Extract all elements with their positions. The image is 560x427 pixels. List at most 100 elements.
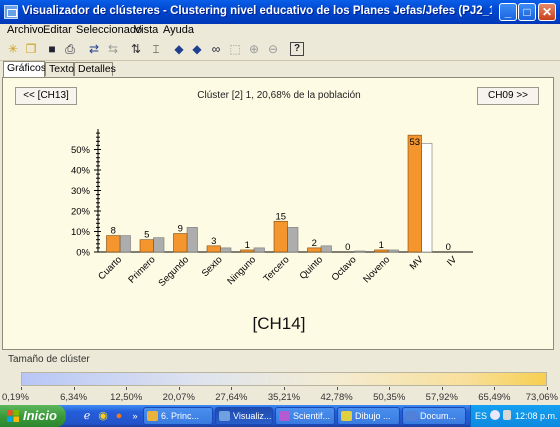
redo-icon[interactable]: ⇆ xyxy=(105,41,121,57)
size-tick-label: 50,35% xyxy=(373,392,406,403)
x-tick-label: Tercero xyxy=(261,254,291,284)
taskbar: Inicio ℯ ◉ ● » 6. Princ... Visualiz... Sci… xyxy=(0,405,560,427)
toolbar: ✳ ❐ ■ ⎙ ⇄ ⇆ ⇅ ⌶ ◆ ◆ ∞ ⬚ ⊕ ⊖ ? xyxy=(0,38,560,61)
select-icon[interactable]: ⬚ xyxy=(227,41,243,57)
tab-graficos[interactable]: Gráficos xyxy=(3,61,46,77)
task-app-icon xyxy=(406,411,417,421)
size-tick-label: 57,92% xyxy=(425,392,458,403)
data-label: 2 xyxy=(312,238,317,249)
zoom-in-icon[interactable]: ⊕ xyxy=(246,41,262,57)
y-tick-label: 40% xyxy=(71,166,91,177)
task-app-icon xyxy=(279,411,290,421)
data-label: 1 xyxy=(245,240,250,251)
data-label: 8 xyxy=(111,226,116,237)
taskbar-task-button[interactable]: Visualiz... xyxy=(215,407,273,425)
tab-strip: Gráficos Texto Detalles xyxy=(0,61,560,77)
data-label: 0 xyxy=(446,242,451,253)
tab-texto[interactable]: Texto xyxy=(45,62,74,76)
size-tick-label: 12,50% xyxy=(110,392,143,403)
task-app-icon xyxy=(219,411,230,421)
x-tick-label: Segundo xyxy=(156,254,191,289)
menu-seleccionado[interactable]: Seleccionado xyxy=(76,24,142,36)
binoculars-icon[interactable]: ∞ xyxy=(208,41,224,57)
task-label: Docum... xyxy=(420,411,457,421)
minimize-button[interactable]: _ xyxy=(499,3,517,21)
maximize-button[interactable]: □ xyxy=(518,3,536,21)
clock[interactable]: 12:08 p.m. xyxy=(515,411,558,421)
size-tick-label: 35,21% xyxy=(267,392,301,403)
data-label: 15 xyxy=(275,211,286,222)
bar-series-2 xyxy=(153,237,165,253)
close-button[interactable]: ✕ xyxy=(538,3,556,21)
x-tick-label: Ninguno xyxy=(225,254,258,287)
start-label: Inicio xyxy=(23,408,57,423)
bar-series-2 xyxy=(220,247,232,253)
size-tick-label: 6,34% xyxy=(60,392,88,403)
browser-icon[interactable]: ℯ xyxy=(80,409,94,423)
task-label: Visualiz... xyxy=(233,411,272,421)
cluster-name: [CH14] xyxy=(252,314,306,333)
cluster-size-label: Tamaño de clúster xyxy=(8,354,90,365)
language-indicator[interactable]: ES xyxy=(475,411,487,421)
task-label: 6. Princ... xyxy=(161,411,200,421)
undo-icon[interactable]: ⇄ xyxy=(86,41,102,57)
menu-archivo[interactable]: Archivo xyxy=(7,24,44,36)
filter-icon[interactable]: ⌶ xyxy=(148,41,164,57)
bar-series-2 xyxy=(320,245,332,253)
size-tick-mark xyxy=(441,387,443,390)
sort-vertical-icon[interactable]: ⇅ xyxy=(128,41,144,57)
size-tick-label: 20,07% xyxy=(162,392,195,403)
taskbar-task-button[interactable]: 6. Princ... xyxy=(143,407,213,425)
data-label: 9 xyxy=(178,224,183,235)
bar-series-2 xyxy=(119,235,131,253)
app-icon[interactable] xyxy=(4,5,18,19)
tab-detalles[interactable]: Detalles xyxy=(74,62,116,76)
size-tick-mark xyxy=(126,387,128,390)
chrome-icon[interactable]: ◉ xyxy=(96,409,110,423)
bar-series-2 xyxy=(287,227,299,253)
bar-series-2 xyxy=(421,143,433,253)
x-tick-label: MV xyxy=(408,254,426,272)
taskbar-task-button[interactable]: Scientif... xyxy=(275,407,335,425)
menu-vista[interactable]: Vista xyxy=(134,24,158,36)
print-icon[interactable]: ⎙ xyxy=(62,41,78,57)
menu-editar[interactable]: Editar xyxy=(43,24,72,36)
bar-chart: 0% 10% 20% 30% 40% 50% 8 Cuarto 5 Primero 9 Segundo… xyxy=(71,129,473,289)
size-tick-mark xyxy=(231,387,233,390)
help-icon[interactable]: ? xyxy=(290,42,304,56)
arrow-left-icon[interactable]: ◆ xyxy=(171,41,187,57)
save-icon[interactable]: ■ xyxy=(44,41,60,57)
chart-panel: << [CH13] Clúster [2] 1, 20,68% de la po… xyxy=(2,77,554,350)
taskbar-task-button[interactable]: Dibujo ... xyxy=(337,407,400,425)
bar-series-2 xyxy=(387,249,399,253)
network-icon[interactable] xyxy=(490,410,500,420)
task-app-icon xyxy=(341,411,352,421)
bar-series-1 xyxy=(273,220,288,253)
x-tick-label: Sexto xyxy=(200,254,225,279)
firefox-icon[interactable]: ● xyxy=(112,409,126,423)
data-label: 0 xyxy=(345,242,350,253)
zoom-out-icon[interactable]: ⊖ xyxy=(265,41,281,57)
bar-series-1 xyxy=(407,134,422,253)
bar-series-1 xyxy=(173,233,188,253)
windows-flag-icon xyxy=(7,410,19,422)
menu-ayuda[interactable]: Ayuda xyxy=(163,24,194,36)
next-cluster-button[interactable]: CH09 >> xyxy=(477,87,539,105)
bar-series-2 xyxy=(186,227,198,253)
arrow-right-icon[interactable]: ◆ xyxy=(189,41,205,57)
new-icon[interactable]: ✳ xyxy=(5,41,21,57)
start-button[interactable]: Inicio xyxy=(0,405,66,427)
volume-icon[interactable] xyxy=(503,410,511,420)
x-tick-label: IV xyxy=(445,254,460,269)
open-icon[interactable]: ❐ xyxy=(23,41,39,57)
more-quicklaunch-button[interactable]: » xyxy=(128,409,142,423)
task-label: Scientif... xyxy=(293,411,331,421)
x-tick-label: Octavo xyxy=(330,254,359,283)
y-tick-label: 0% xyxy=(76,248,90,259)
bar-series-1 xyxy=(106,235,121,253)
vertical-scrollbar[interactable] xyxy=(554,77,560,350)
y-tick-label: 10% xyxy=(71,227,91,238)
x-tick-label: Cuarto xyxy=(96,254,124,282)
taskbar-task-button[interactable]: Docum... xyxy=(402,407,466,425)
title-bar: Visualizador de clústeres - Clustering n… xyxy=(0,0,560,24)
